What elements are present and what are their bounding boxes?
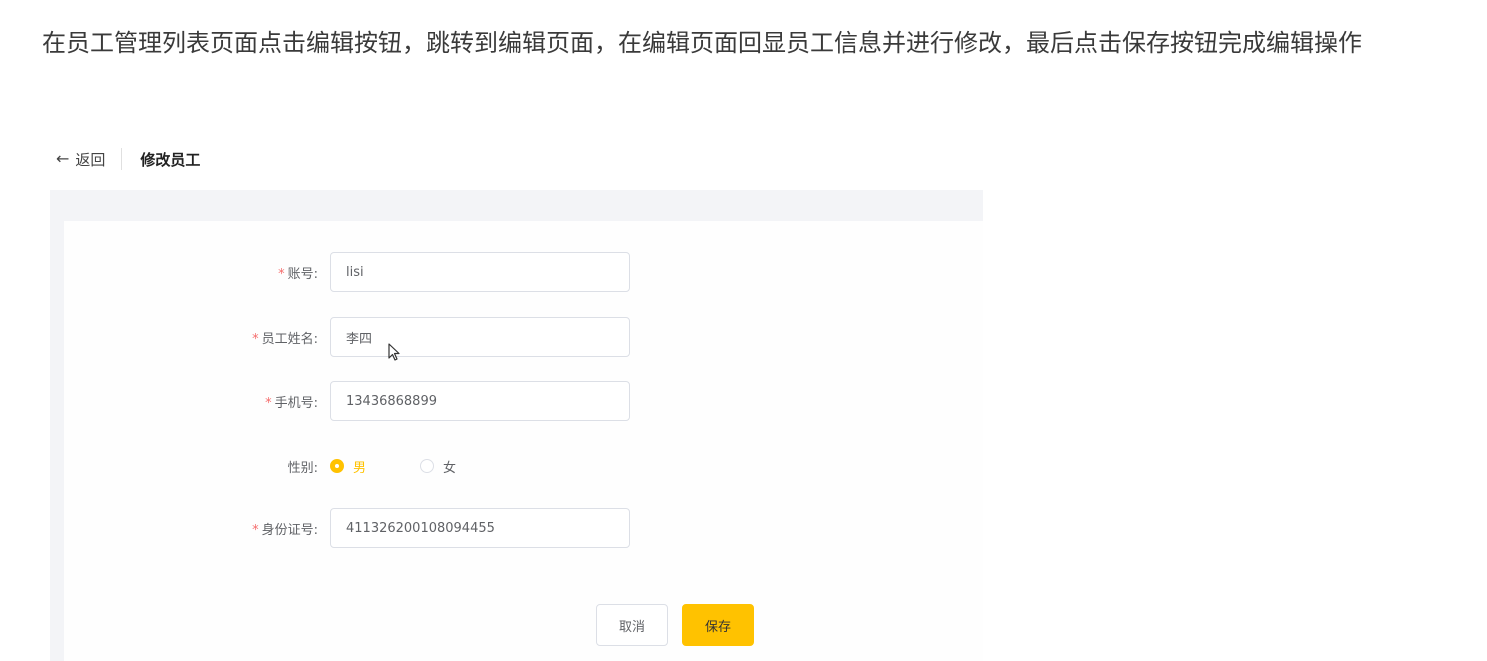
required-mark: * [265, 395, 272, 411]
gender-label: 性别: [287, 460, 318, 476]
gender-female-radio[interactable]: 女 [420, 457, 456, 476]
phone-row: * 手机号: [64, 381, 630, 421]
id-number-row: * 身份证号: [64, 508, 630, 548]
name-row: * 员工姓名: [64, 317, 630, 357]
gender-female-label: 女 [443, 460, 457, 476]
form-card: *账号: *员工姓名: *手机号: 性别: 男 女 *身份证号: [64, 221, 983, 661]
account-input[interactable] [330, 252, 630, 292]
phone-label: * 手机号: [265, 395, 318, 411]
gender-radio-group: 男 女 [330, 457, 510, 476]
radio-checked-icon [330, 459, 344, 473]
page-title: 修改员工 [140, 150, 201, 169]
name-input[interactable] [330, 317, 630, 357]
instruction-text: 在员工管理列表页面点击编辑按钮，跳转到编辑页面，在编辑页面回显员工信息并进行修改… [42, 29, 1362, 57]
required-mark: * [252, 331, 259, 347]
required-mark: * [278, 266, 285, 282]
arrow-left-icon: ← [56, 149, 70, 168]
cancel-button[interactable]: 取消 [596, 604, 668, 646]
id-number-label: * 身份证号: [252, 522, 318, 538]
id-number-input[interactable] [330, 508, 630, 548]
gender-row: 性别: 男 女 [64, 446, 510, 486]
mouse-pointer-icon [388, 343, 400, 361]
name-label: * 员工姓名: [252, 331, 318, 347]
header-divider [121, 148, 123, 170]
gender-male-label: 男 [353, 460, 367, 476]
back-button[interactable]: ← 返回 [56, 149, 105, 170]
gender-male-radio[interactable]: 男 [330, 457, 366, 476]
save-button[interactable]: 保存 [682, 604, 754, 646]
back-label: 返回 [75, 150, 106, 169]
required-mark: * [252, 522, 259, 538]
phone-input[interactable] [330, 381, 630, 421]
radio-unchecked-icon [420, 459, 435, 473]
account-row: * 账号: [64, 252, 630, 292]
account-label: * 账号: [278, 266, 318, 282]
page-header: ← 返回 修改员工 [56, 144, 200, 174]
